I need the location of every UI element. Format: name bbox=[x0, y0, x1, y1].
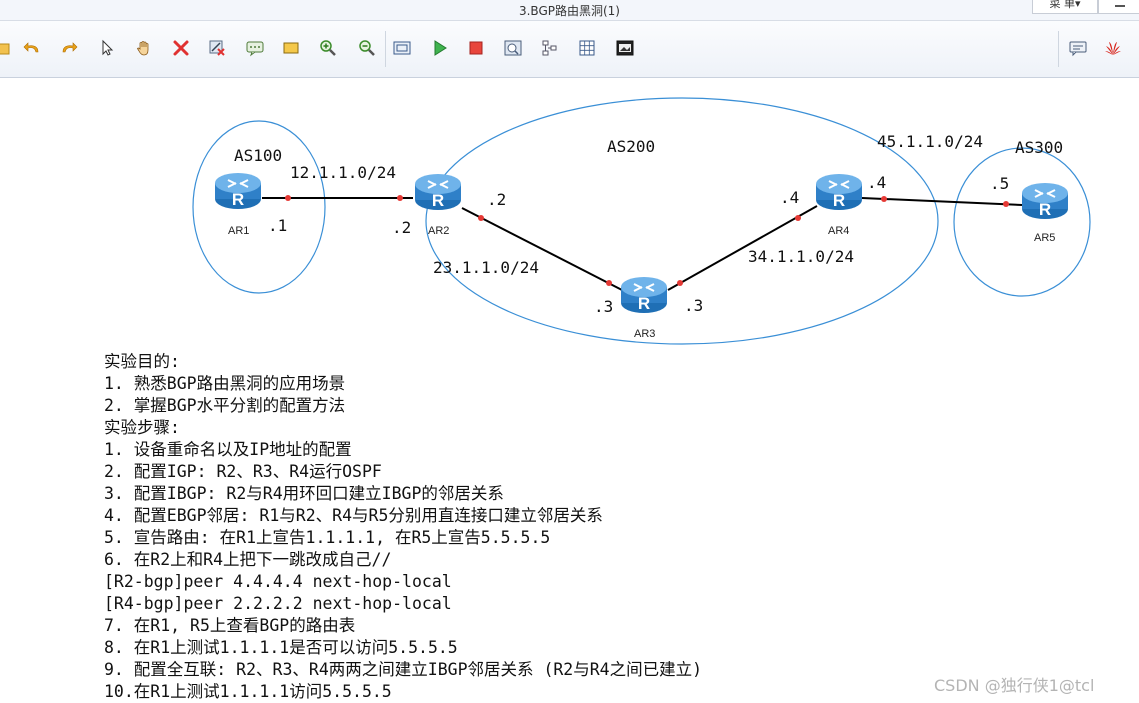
endpoint bbox=[397, 195, 403, 201]
note-line: [R2-bgp]peer 4.4.4.4 next-hop-local bbox=[104, 572, 452, 591]
zoom-in-icon[interactable] bbox=[318, 38, 338, 58]
svg-text:R: R bbox=[1039, 200, 1051, 219]
window-title: 3.BGP路由黑洞(1) bbox=[518, 4, 620, 18]
toolbar-separator bbox=[385, 31, 386, 67]
svg-text:R: R bbox=[638, 294, 650, 313]
stop-icon[interactable] bbox=[466, 38, 486, 58]
note-line: 1. 熟悉BGP路由黑洞的应用场景 bbox=[104, 374, 346, 393]
note-line: [R4-bgp]peer 2.2.2.2 next-hop-local bbox=[104, 594, 452, 613]
menu-button[interactable]: 菜 单▾ bbox=[1032, 0, 1098, 14]
undo-icon[interactable] bbox=[22, 38, 42, 58]
delete-icon[interactable] bbox=[171, 38, 191, 58]
note-line: 9. 配置全互联: R2、R3、R4两两之间建立IBGP邻居关系 (R2与R4之… bbox=[104, 660, 703, 679]
topology-canvas[interactable]: R R R R R AR1 AR2 AR3 AR4 AR5 AS100 AS20… bbox=[0, 78, 1139, 703]
note-line: 5. 宣告路由: 在R1上宣告1.1.1.1, 在R5上宣告5.5.5.5 bbox=[104, 528, 551, 547]
router-label-ar5: AR5 bbox=[1034, 232, 1056, 244]
network-label-45: 45.1.1.0/24 bbox=[877, 132, 983, 151]
router-ar2[interactable]: R bbox=[414, 172, 462, 212]
minimize-button[interactable] bbox=[1098, 0, 1139, 14]
interface-label: .4 bbox=[780, 188, 800, 207]
as-label-as300: AS300 bbox=[1015, 138, 1064, 157]
toolbar-separator bbox=[1058, 31, 1059, 67]
interface-label: .4 bbox=[867, 173, 887, 192]
fit-icon[interactable] bbox=[392, 38, 412, 58]
note-line: 2. 配置IGP: R2、R3、R4运行OSPF bbox=[104, 462, 382, 481]
as300-area bbox=[953, 147, 1091, 297]
interface-label: .3 bbox=[594, 297, 614, 316]
interface-label: .2 bbox=[392, 218, 412, 237]
svg-text:R: R bbox=[232, 190, 244, 209]
svg-text:R: R bbox=[833, 191, 845, 210]
start-icon[interactable] bbox=[430, 38, 450, 58]
interface-label: .5 bbox=[990, 174, 1010, 193]
redo-icon[interactable] bbox=[59, 38, 79, 58]
router-ar4[interactable]: R bbox=[815, 172, 863, 212]
select-icon[interactable] bbox=[97, 38, 117, 58]
router-label-ar4: AR4 bbox=[828, 225, 850, 237]
network-label-34: 34.1.1.0/24 bbox=[748, 247, 854, 266]
as200-area bbox=[425, 97, 939, 345]
chat-icon[interactable] bbox=[1068, 38, 1088, 58]
endpoint bbox=[677, 280, 683, 286]
note-line: 10.在R1上测试1.1.1.1访问5.5.5.5 bbox=[104, 682, 392, 701]
link-ar2-ar3 bbox=[461, 207, 623, 291]
endpoint bbox=[795, 215, 801, 221]
huawei-logo-icon bbox=[1103, 38, 1123, 58]
endpoint bbox=[1003, 201, 1009, 207]
as-label-as200: AS200 bbox=[607, 137, 656, 156]
zoom-out-icon[interactable] bbox=[357, 38, 377, 58]
note-line: 4. 配置EBGP邻居: R1与R2、R4与R5分别用直连接口建立邻居关系 bbox=[104, 506, 603, 525]
screenshot-icon[interactable] bbox=[615, 38, 635, 58]
note-line: 2. 掌握BGP水平分割的配置方法 bbox=[104, 396, 346, 415]
router-label-ar1: AR1 bbox=[228, 225, 250, 237]
toolbar bbox=[0, 21, 1139, 78]
grid-icon[interactable] bbox=[577, 38, 597, 58]
svg-text:R: R bbox=[432, 191, 444, 210]
open-icon[interactable] bbox=[0, 38, 12, 58]
interface-label: .3 bbox=[684, 296, 704, 315]
rectangle-icon[interactable] bbox=[281, 38, 301, 58]
watermark: CSDN @独行侠1@tcl bbox=[934, 676, 1095, 695]
endpoint bbox=[285, 195, 291, 201]
topology-icon[interactable] bbox=[540, 38, 560, 58]
interface-label: .1 bbox=[268, 216, 288, 235]
endpoint bbox=[478, 215, 484, 221]
endpoint bbox=[606, 280, 612, 286]
note-line: 实验步骤: bbox=[104, 418, 180, 437]
pan-icon[interactable] bbox=[134, 38, 154, 58]
experiment-notes: 实验目的: 1. 熟悉BGP路由黑洞的应用场景 2. 掌握BGP水平分割的配置方… bbox=[104, 351, 702, 703]
endpoint bbox=[881, 196, 887, 202]
router-ar3[interactable]: R bbox=[620, 275, 668, 315]
note-line: 8. 在R1上测试1.1.1.1是否可以访问5.5.5.5 bbox=[104, 638, 458, 657]
title-bar: 3.BGP路由黑洞(1) 菜 单▾ bbox=[0, 0, 1139, 21]
network-label-12: 12.1.1.0/24 bbox=[290, 163, 396, 182]
delete-link-icon[interactable] bbox=[207, 38, 227, 58]
router-label-ar2: AR2 bbox=[428, 225, 450, 237]
note-line: 实验目的: bbox=[104, 352, 180, 371]
capture-icon[interactable] bbox=[503, 38, 523, 58]
router-ar5[interactable]: R bbox=[1021, 181, 1069, 221]
network-label-23: 23.1.1.0/24 bbox=[433, 258, 539, 277]
interface-label: .2 bbox=[487, 190, 507, 209]
note-line: 7. 在R1, R5上查看BGP的路由表 bbox=[104, 616, 356, 635]
text-icon[interactable] bbox=[245, 38, 265, 58]
note-line: 6. 在R2上和R4上把下一跳改成自己// bbox=[104, 550, 392, 569]
note-line: 1. 设备重命名以及IP地址的配置 bbox=[104, 440, 352, 459]
router-ar1[interactable]: R bbox=[214, 171, 262, 211]
as-label-as100: AS100 bbox=[234, 146, 283, 165]
note-line: 3. 配置IBGP: R2与R4用环回口建立IBGP的邻居关系 bbox=[104, 484, 504, 503]
router-label-ar3: AR3 bbox=[634, 328, 656, 340]
